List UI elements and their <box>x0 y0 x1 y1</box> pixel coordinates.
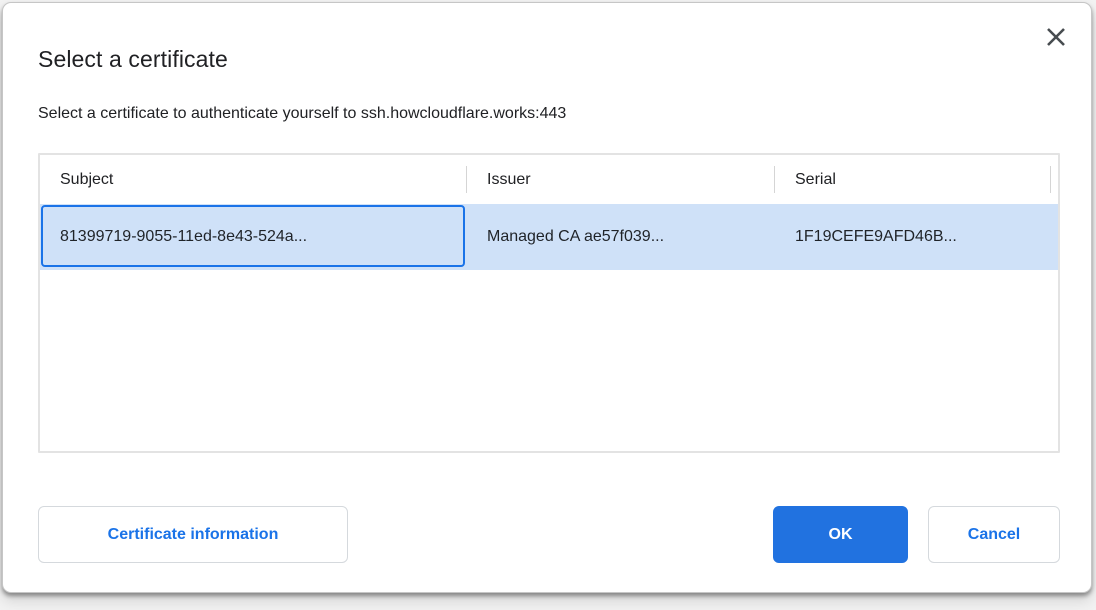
column-header-issuer: Issuer <box>467 155 775 204</box>
close-icon <box>1045 26 1067 48</box>
cell-subject: 81399719-9055-11ed-8e43-524a... <box>40 228 467 246</box>
cell-serial: 1F19CEFE9AFD46B... <box>775 228 1051 246</box>
certificate-information-button[interactable]: Certificate information <box>38 506 348 563</box>
ok-button[interactable]: OK <box>773 506 908 563</box>
column-header-serial: Serial <box>775 155 1051 204</box>
certificate-table: Subject Issuer Serial 81399719-9055-11ed… <box>38 153 1060 453</box>
cancel-button[interactable]: Cancel <box>928 506 1060 563</box>
cell-issuer: Managed CA ae57f039... <box>467 228 775 246</box>
column-header-subject: Subject <box>40 155 467 204</box>
select-certificate-dialog: Select a certificate Select a certificat… <box>2 2 1092 593</box>
dialog-subtitle: Select a certificate to authenticate you… <box>38 105 566 123</box>
close-button[interactable] <box>1041 22 1071 52</box>
page-title: Select a certificate <box>38 46 228 73</box>
screen: Select a certificate Select a certificat… <box>0 0 1096 610</box>
certificate-row-selected[interactable]: 81399719-9055-11ed-8e43-524a... Managed … <box>40 204 1058 270</box>
table-header-row: Subject Issuer Serial <box>40 155 1058 204</box>
